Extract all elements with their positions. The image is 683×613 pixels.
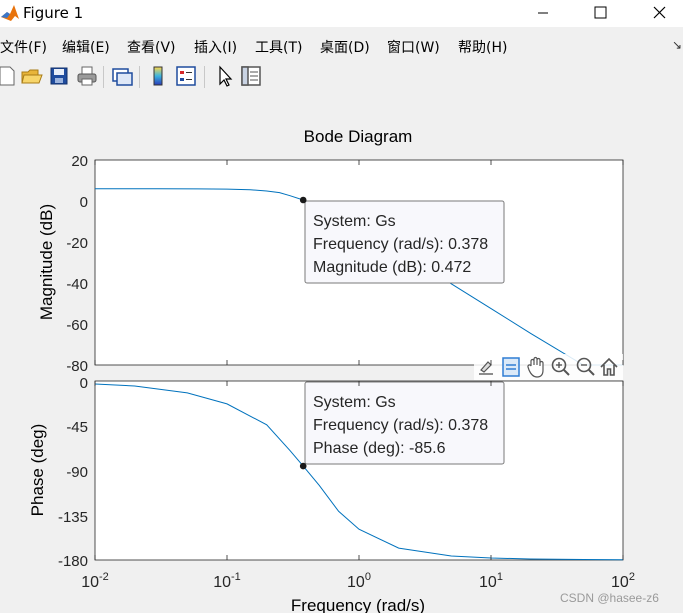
mag-y-tick-label: 0 [80,194,88,211]
x-tick-label: 102 [611,571,635,591]
axes-toolbar-background [474,354,623,380]
x-tick-label: 101 [479,571,503,591]
menu-bar: 文件(F) 编辑(E) 查看(V) 插入(I) 工具(T) 桌面(D) 窗口(W… [0,33,683,57]
menu-overflow-arrow-icon[interactable]: ↘ [672,38,682,52]
window-title: Figure 1 [23,4,84,22]
maximize-icon [594,6,607,19]
new-figure-icon[interactable] [0,63,20,89]
link-plot-icon[interactable] [109,63,135,89]
insert-legend-icon[interactable] [173,63,199,89]
menu-insert[interactable]: 插入(I) [194,37,237,57]
toolbar-separator [139,66,140,88]
toolbar-separator [103,66,104,88]
x-tick-label: 10-2 [81,571,109,591]
phase-y-tick-label: 0 [80,375,88,392]
matlab-logo-icon [1,5,19,21]
minimize-button[interactable] [520,0,566,27]
datatip-marker[interactable] [299,462,307,470]
mag-y-tick-label: -80 [66,358,88,375]
x-tick-label: 10-1 [213,571,241,591]
edit-plot-arrow-icon[interactable] [211,63,237,89]
datatip-frequency: Frequency (rad/s): 0.378 [313,236,488,253]
mag-y-tick-label: -20 [66,235,88,252]
minimize-icon [538,12,548,14]
watermark-text: CSDN @hasee-z6 [560,591,659,605]
window-title-bar: Figure 1 [0,0,683,27]
datatip-marker[interactable] [299,196,307,204]
phase-y-tick-label: -90 [66,464,88,481]
magnitude-y-ticks: 20 0 -20 -40 -60 -80 [66,153,88,375]
menu-view[interactable]: 查看(V) [127,37,176,57]
x-axis-label: Frequency (rad/s) [291,596,425,613]
datatip-frequency: Frequency (rad/s): 0.378 [313,417,488,434]
bode-diagram-plot: Bode Diagram 20 0 -20 -40 -60 -80 Magnit… [28,127,635,613]
close-button[interactable] [636,0,682,27]
insert-colorbar-icon[interactable] [145,63,171,89]
phase-datatip[interactable]: System: Gs Frequency (rad/s): 0.378 Phas… [299,381,505,470]
maximize-button[interactable] [577,0,623,27]
data-tips-icon[interactable] [502,357,520,377]
figure-toolbar [0,60,683,92]
phase-y-axis-label: Phase (deg) [28,424,47,517]
phase-y-tick-label: -180 [58,553,88,570]
mag-y-tick-label: -60 [66,317,88,334]
print-icon[interactable] [74,63,100,89]
phase-y-tick-label: -135 [58,509,88,526]
toolbar-separator [204,66,205,88]
x-tick-label: 100 [347,571,371,591]
datatip-system: System: Gs [313,394,396,411]
menu-tools[interactable]: 工具(T) [255,37,302,57]
datatip-system: System: Gs [313,213,396,230]
phase-y-tick-label: -45 [66,419,88,436]
datatip-value: Phase (deg): -85.6 [313,440,446,457]
chart-title: Bode Diagram [304,127,413,146]
close-icon [653,6,666,19]
menu-window[interactable]: 窗口(W) [387,37,440,57]
datatip-value: Magnitude (dB): 0.472 [313,259,471,276]
menu-file[interactable]: 文件(F) [0,37,47,57]
property-inspector-icon[interactable] [238,63,264,89]
mag-y-tick-label: -40 [66,276,88,293]
axes-toolbar [474,354,623,380]
menu-edit[interactable]: 编辑(E) [62,37,110,57]
mag-y-tick-label: 20 [71,153,88,170]
magnitude-datatip[interactable]: System: Gs Frequency (rad/s): 0.378 Magn… [299,196,505,284]
save-icon[interactable] [46,63,72,89]
menu-desktop[interactable]: 桌面(D) [320,37,370,57]
menu-help[interactable]: 帮助(H) [458,37,507,57]
open-file-icon[interactable] [19,63,45,89]
frequency-x-ticks: 10-2 10-1 100 101 102 [81,571,635,591]
phase-y-ticks: 0 -45 -90 -135 -180 [58,375,88,570]
magnitude-y-axis-label: Magnitude (dB) [37,204,56,320]
figure-canvas: Bode Diagram 20 0 -20 -40 -60 -80 Magnit… [0,95,683,613]
